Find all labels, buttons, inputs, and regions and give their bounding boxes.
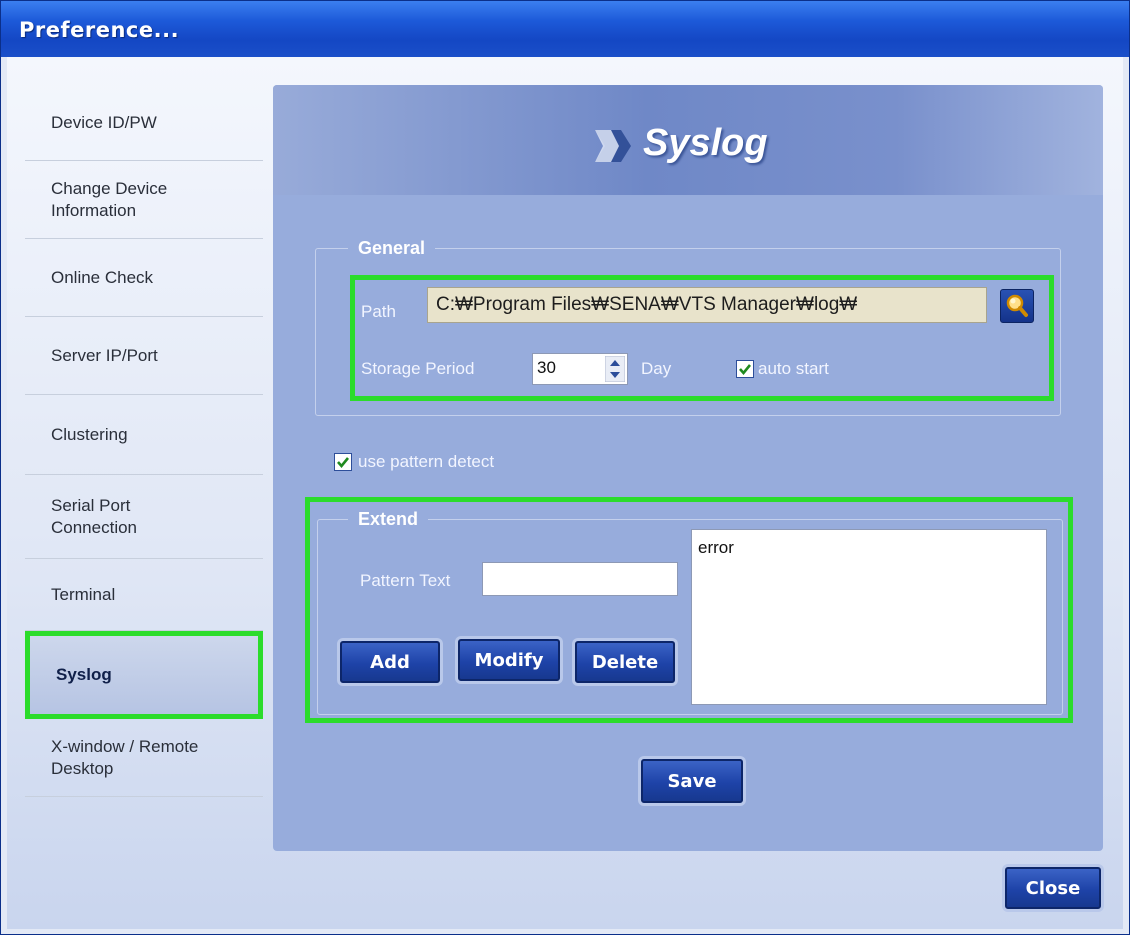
storage-unit-label: Day [641, 359, 672, 378]
panel-title: Syslog [643, 122, 768, 164]
check-icon [739, 364, 752, 376]
sidebar-item-server-ip-port[interactable]: Server IP/Port [25, 317, 263, 395]
sidebar-item-label: Terminal [51, 584, 116, 604]
auto-start-checkbox[interactable] [736, 360, 754, 378]
browse-button[interactable] [1000, 289, 1034, 323]
pattern-text-label: Pattern Text [360, 571, 451, 590]
storage-period-label: Storage Period [361, 359, 475, 378]
sidebar-item-label: Syslog [56, 665, 112, 684]
sidebar-item-device-id-pw[interactable]: Device ID/PW [25, 85, 263, 161]
pattern-text-input[interactable] [482, 562, 678, 596]
sidebar-item-serial-port-connection[interactable]: Serial Port Connection [25, 475, 263, 559]
pattern-list[interactable]: error [691, 529, 1047, 705]
sidebar-item-label: X-window / Remote Desktop [51, 736, 199, 778]
sidebar-item-x-window-remote-desktop[interactable]: X-window / Remote Desktop [25, 719, 263, 797]
add-button[interactable]: Add [340, 641, 440, 683]
path-field[interactable]: C:₩Program Files₩SENA₩VTS Manager₩log₩ [427, 287, 987, 323]
use-pattern-detect-label: use pattern detect [358, 452, 495, 471]
sidebar-item-change-device-information[interactable]: Change Device Information [25, 161, 263, 239]
window-title: Preference... [19, 18, 180, 42]
path-label: Path [361, 302, 396, 321]
save-button[interactable]: Save [641, 759, 743, 803]
modify-button[interactable]: Modify [458, 639, 560, 681]
sidebar-item-label: Server IP/Port [51, 345, 158, 365]
extend-legend: Extend [348, 509, 429, 530]
sidebar-item-label: Clustering [51, 424, 128, 444]
close-button[interactable]: Close [1005, 867, 1101, 909]
sidebar-item-syslog[interactable]: Syslog [25, 631, 263, 719]
sidebar-item-label: Online Check [51, 267, 154, 287]
preference-window: Preference... Device ID/PW Change Device… [0, 0, 1130, 935]
auto-start-label: auto start [758, 359, 829, 378]
storage-period-stepper[interactable]: 30 [532, 353, 628, 385]
spinner-arrows-icon[interactable] [605, 356, 625, 382]
title-bar[interactable]: Preference... [1, 1, 1129, 57]
sidebar-item-label: Device ID/PW [51, 112, 157, 132]
general-legend: General [348, 238, 436, 259]
panel-header: Syslog [273, 85, 1103, 195]
arrow-icon [595, 130, 631, 162]
path-value: C:₩Program Files₩SENA₩VTS Manager₩log₩ [436, 294, 858, 315]
check-icon [337, 457, 350, 469]
delete-button[interactable]: Delete [575, 641, 675, 683]
sidebar-item-label: Serial Port Connection [51, 495, 138, 537]
use-pattern-detect-checkbox[interactable] [334, 453, 352, 471]
search-icon [1006, 294, 1028, 317]
storage-period-value: 30 [537, 358, 556, 377]
sidebar-item-clustering[interactable]: Clustering [25, 395, 263, 475]
sidebar-item-online-check[interactable]: Online Check [25, 239, 263, 317]
sidebar: Device ID/PW Change Device Information O… [25, 85, 265, 805]
pattern-list-item[interactable]: error [698, 538, 734, 558]
sidebar-item-terminal[interactable]: Terminal [25, 559, 263, 631]
sidebar-item-label: Change Device Information [51, 178, 168, 220]
